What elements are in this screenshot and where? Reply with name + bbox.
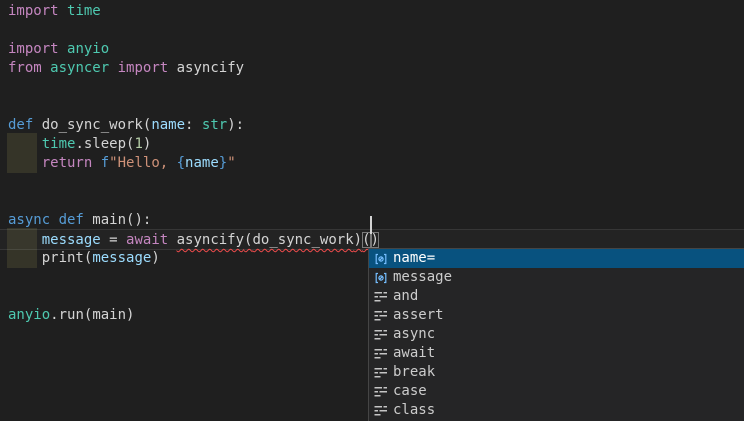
symbol-keyword-icon <box>373 365 389 381</box>
symbol-keyword-icon <box>373 403 389 419</box>
suggestion-label: assert <box>393 306 444 325</box>
code-line[interactable]: async def main(): <box>8 211 744 230</box>
symbol-variable-icon <box>373 251 389 267</box>
code-token: ): <box>227 117 244 133</box>
code-line[interactable]: import time <box>8 2 744 21</box>
code-token: import <box>8 3 67 19</box>
code-token <box>8 232 42 248</box>
symbol-keyword-icon <box>373 327 389 343</box>
code-token: " <box>227 155 235 171</box>
suggestion-label: and <box>393 287 418 306</box>
code-token <box>8 155 42 171</box>
code-token: . <box>75 136 83 152</box>
suggestion-and[interactable]: and <box>369 287 744 306</box>
code-token: def <box>59 212 93 228</box>
code-token: (): <box>126 212 151 228</box>
code-token: ) <box>126 307 134 323</box>
code-token: main <box>92 307 126 323</box>
code-line[interactable] <box>8 21 744 40</box>
code-token: ) <box>151 250 159 266</box>
code-token: : <box>185 117 202 133</box>
code-line[interactable]: message = await asyncify(do_sync_work)() <box>8 230 744 249</box>
suggestion-await[interactable]: await <box>369 344 744 363</box>
suggestion-label: name= <box>393 249 435 268</box>
bracket-match: ) <box>371 232 379 248</box>
code-line[interactable]: def do_sync_work(name: str): <box>8 116 744 135</box>
code-line[interactable] <box>8 78 744 97</box>
code-token: . <box>50 307 58 323</box>
code-token: anyio <box>8 307 50 323</box>
suggestion-label: message <box>393 268 452 287</box>
code-line[interactable]: from asyncer import asyncify <box>8 59 744 78</box>
code-token: ) <box>143 136 151 152</box>
code-token: anyio <box>67 41 109 57</box>
code-token: do_sync_work <box>42 117 143 133</box>
code-token: run <box>59 307 84 323</box>
code-token: asyncify <box>177 232 244 248</box>
code-token: } <box>219 155 227 171</box>
code-token: import <box>118 60 177 76</box>
code-token: f <box>101 155 109 171</box>
code-line[interactable] <box>8 97 744 116</box>
suggestion-case[interactable]: case <box>369 382 744 401</box>
code-token: def <box>8 117 42 133</box>
symbol-variable-icon <box>373 270 389 286</box>
code-token <box>109 60 117 76</box>
suggestion-name[interactable]: name= <box>369 249 744 268</box>
error-squiggle: asyncify(do_sync_work)() <box>177 232 379 248</box>
code-token: sleep <box>84 136 126 152</box>
symbol-keyword-icon <box>373 308 389 324</box>
code-token: return <box>42 155 101 171</box>
vscode-editor-screenshot: { "editor": { "palette": { "kwc": "#C586… <box>0 0 744 421</box>
suggestion-message[interactable]: message <box>369 268 744 287</box>
code-token: await <box>126 232 177 248</box>
code-token: message <box>92 250 151 266</box>
code-token: name <box>185 155 219 171</box>
code-line[interactable]: return f"Hello, {name}" <box>8 154 744 173</box>
code-token <box>8 136 42 152</box>
code-token: async <box>8 212 59 228</box>
suggestion-class[interactable]: class <box>369 401 744 420</box>
suggestion-label: async <box>393 325 435 344</box>
suggest-list: name=messageandassertasyncawaitbreakcase… <box>369 249 744 420</box>
suggestion-label: await <box>393 344 435 363</box>
code-token: "Hello, <box>109 155 176 171</box>
code-token: main <box>92 212 126 228</box>
code-token: asyncer <box>50 60 109 76</box>
code-line[interactable] <box>8 173 744 192</box>
suggestion-label: class <box>393 401 435 420</box>
code-token: 1 <box>134 136 142 152</box>
code-token: { <box>177 155 185 171</box>
symbol-keyword-icon <box>373 384 389 400</box>
code-token: time <box>67 3 101 19</box>
code-token: time <box>42 136 76 152</box>
suggestion-async[interactable]: async <box>369 325 744 344</box>
suggest-widget[interactable]: name=messageandassertasyncawaitbreakcase… <box>368 248 744 421</box>
code-token: = <box>101 232 126 248</box>
code-token: message <box>42 232 101 248</box>
suggestion-label: case <box>393 382 427 401</box>
code-line[interactable]: import anyio <box>8 40 744 59</box>
symbol-keyword-icon <box>373 289 389 305</box>
code-line[interactable] <box>8 192 744 211</box>
code-token: from <box>8 60 50 76</box>
suggestion-break[interactable]: break <box>369 363 744 382</box>
code-token <box>8 250 42 266</box>
code-token: str <box>202 117 227 133</box>
code-token: import <box>8 41 67 57</box>
code-token: do_sync_work <box>252 232 353 248</box>
suggestion-assert[interactable]: assert <box>369 306 744 325</box>
code-token: ) <box>354 232 362 248</box>
symbol-keyword-icon <box>373 346 389 362</box>
code-token: print <box>42 250 84 266</box>
bracket-match: ( <box>362 232 370 248</box>
code-token: name <box>151 117 185 133</box>
code-line[interactable]: time.sleep(1) <box>8 135 744 154</box>
code-token: asyncify <box>177 60 244 76</box>
suggestion-label: break <box>393 363 435 382</box>
